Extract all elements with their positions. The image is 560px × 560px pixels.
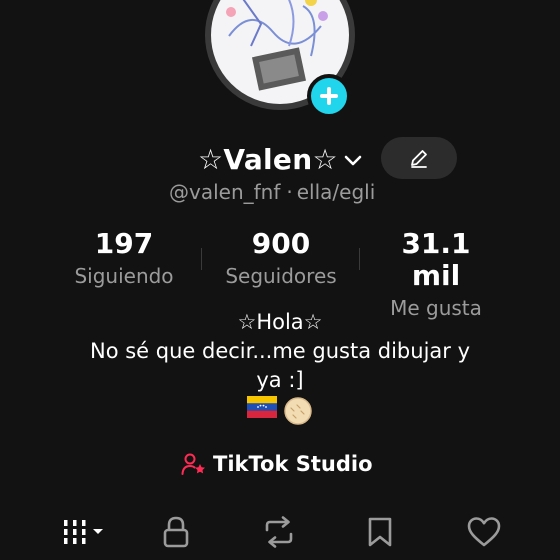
venezuela-flag-icon <box>247 396 277 418</box>
handle-row: @valen_fnf · ella/egli <box>169 180 375 204</box>
studio-label: TikTok Studio <box>213 452 373 476</box>
profile-avatar-container[interactable] <box>205 0 355 118</box>
edit-profile-button[interactable] <box>381 137 457 179</box>
bio-line: No sé que decir...me gusta dibujar y <box>89 339 471 363</box>
bio-emoji-row <box>40 396 520 426</box>
add-story-button[interactable] <box>307 74 351 118</box>
separator-dot: · <box>286 180 293 204</box>
stat-followers[interactable]: 900 Seguidores <box>214 228 348 292</box>
plus-icon <box>320 87 338 105</box>
repost-icon <box>265 516 293 548</box>
stats-divider <box>359 248 360 270</box>
bookmark-icon <box>368 517 392 547</box>
tab-favorites[interactable] <box>366 514 394 550</box>
stat-following[interactable]: 197 Siguiendo <box>62 228 186 292</box>
tiktok-studio-link[interactable]: TikTok Studio <box>181 448 373 480</box>
likes-count: 31.1 mil <box>401 227 471 292</box>
profile-name-switcher[interactable]: ☆Valen☆ <box>198 138 362 180</box>
followers-label: Seguidores <box>225 264 337 288</box>
pencil-icon <box>411 150 427 168</box>
arepa-icon <box>284 397 312 425</box>
lock-icon <box>163 516 189 548</box>
profile-content-tabs <box>0 508 560 560</box>
bio-line: ya :] <box>256 368 304 392</box>
tab-liked[interactable] <box>466 514 502 550</box>
grid-icon <box>64 520 103 544</box>
tab-reposts[interactable] <box>261 514 297 550</box>
profile-bio: ☆Hola☆ No sé que decir...me gusta dibuja… <box>40 308 520 426</box>
heart-icon <box>467 517 501 547</box>
bio-line: ☆Hola☆ <box>237 310 323 334</box>
display-name: ☆Valen☆ <box>198 142 338 176</box>
following-label: Siguiendo <box>74 264 174 288</box>
chevron-down-icon <box>93 529 103 534</box>
username-handle: @valen_fnf <box>169 180 281 204</box>
stats-divider <box>201 248 202 270</box>
pronouns: ella/egli <box>296 180 376 204</box>
tab-videos[interactable] <box>62 514 108 550</box>
tab-private[interactable] <box>160 514 192 550</box>
creator-person-star-icon <box>181 453 205 475</box>
followers-count: 900 <box>251 227 311 260</box>
following-count: 197 <box>94 227 154 260</box>
chevron-down-icon[interactable] <box>344 154 362 168</box>
